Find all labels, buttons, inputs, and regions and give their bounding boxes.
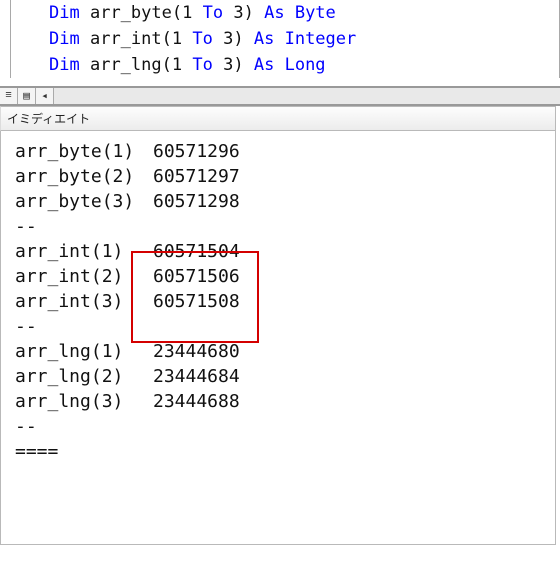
output-row: arr_int(3)60571508 xyxy=(15,289,541,314)
type-byte: Byte xyxy=(295,3,336,23)
output-row: arr_lng(3)23444688 xyxy=(15,389,541,414)
var-name: arr_byte xyxy=(90,3,172,23)
scroll-left-button[interactable]: ◂ xyxy=(36,88,54,104)
scrollbar-track[interactable] xyxy=(54,88,560,104)
output-row: arr_lng(2)23444684 xyxy=(15,364,541,389)
keyword-dim: Dim xyxy=(49,3,80,23)
var-name: arr_int xyxy=(90,29,162,49)
code-line: Dim arr_byte(1 To 3) As Byte xyxy=(49,0,559,26)
output-row: arr_byte(1)60571296 xyxy=(15,139,541,164)
keyword-dim: Dim xyxy=(49,29,80,49)
immediate-window[interactable]: arr_byte(1)60571296 arr_byte(2)60571297 … xyxy=(0,131,556,545)
keyword-dim: Dim xyxy=(49,55,80,75)
type-integer: Integer xyxy=(285,29,357,49)
output-row: arr_lng(1)23444680 xyxy=(15,339,541,364)
horizontal-scrollbar[interactable]: ≡ ▤ ◂ xyxy=(0,86,560,106)
separator: -- xyxy=(15,414,541,439)
output-row: arr_byte(3)60571298 xyxy=(15,189,541,214)
output-final: ==== xyxy=(15,439,541,464)
code-line: Dim arr_lng(1 To 3) As Long xyxy=(49,52,559,78)
view-full-module-button[interactable]: ≡ xyxy=(0,88,18,104)
output-row: arr_byte(2)60571297 xyxy=(15,164,541,189)
code-editor-area: Dim arr_byte(1 To 3) As Byte Dim arr_int… xyxy=(0,0,560,86)
immediate-pane-title: イミディエイト xyxy=(0,106,556,131)
separator: -- xyxy=(15,314,541,339)
output-row: arr_int(1)60571504 xyxy=(15,239,541,264)
separator: -- xyxy=(15,214,541,239)
code-line: Dim arr_int(1 To 3) As Integer xyxy=(49,26,559,52)
output-row: arr_int(2)60571506 xyxy=(15,264,541,289)
type-long: Long xyxy=(285,55,326,75)
view-procedure-button[interactable]: ▤ xyxy=(18,88,36,104)
var-name: arr_lng xyxy=(90,55,162,75)
